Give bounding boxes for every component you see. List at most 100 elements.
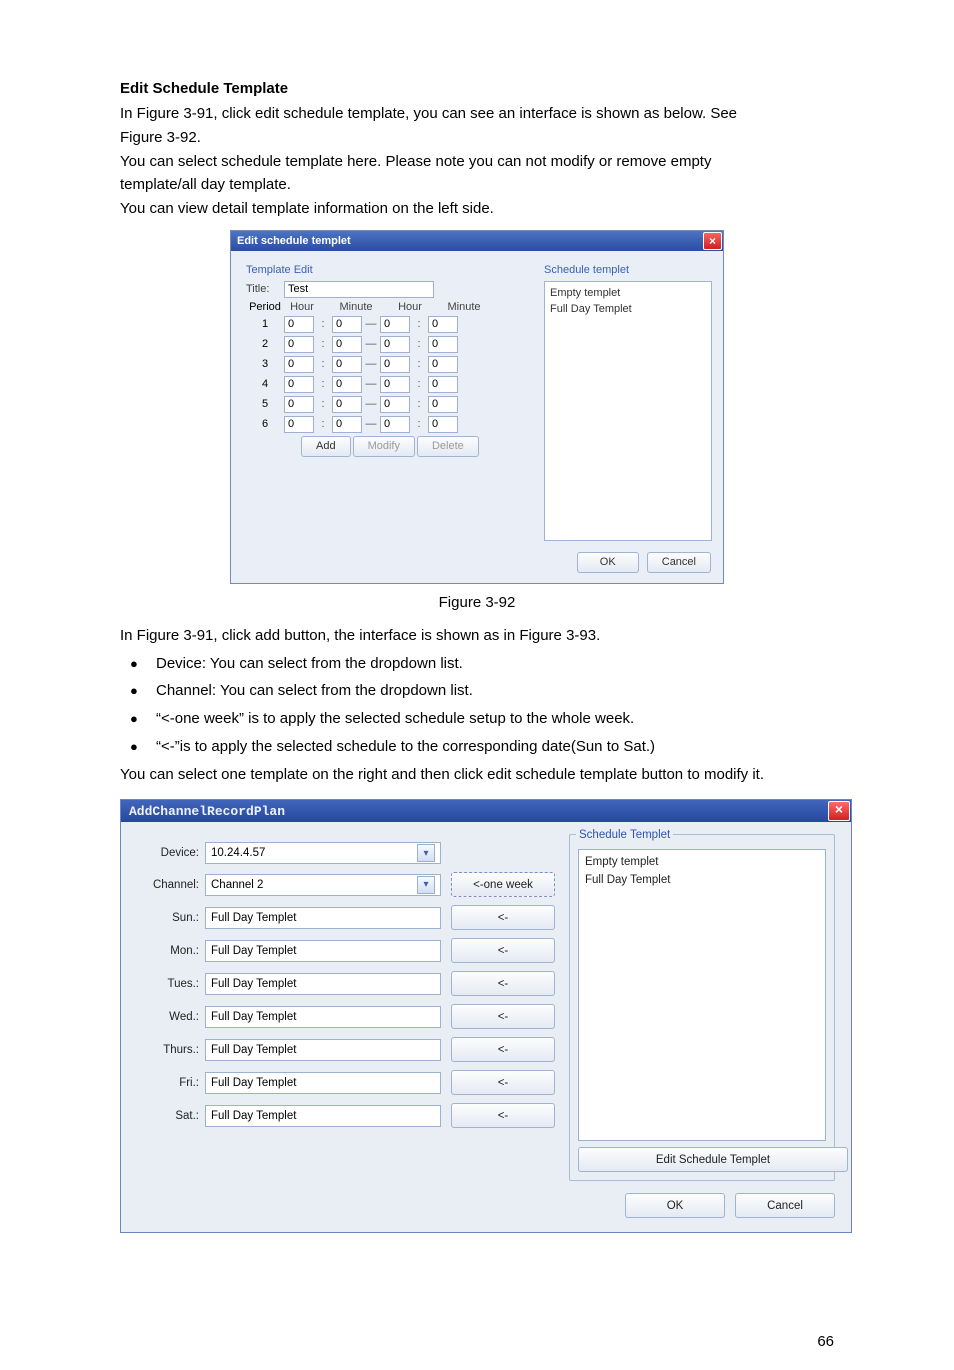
period-row: 2 : — : xyxy=(246,336,525,353)
period-minute-start[interactable] xyxy=(332,416,362,433)
mon-template-field[interactable] xyxy=(205,940,441,962)
period-row: 3 : — : xyxy=(246,356,525,373)
titlebar[interactable]: AddChannelRecordPlan × xyxy=(121,800,851,822)
label-mon: Mon.: xyxy=(137,945,205,957)
sun-template-field[interactable] xyxy=(205,907,441,929)
bullet-text: “<-”is to apply the selected schedule to… xyxy=(156,736,655,758)
list-item[interactable]: Empty templet xyxy=(550,285,706,302)
schedule-templet-listbox[interactable]: Empty templet Full Day Templet xyxy=(578,849,826,1141)
period-row: 6 : — : xyxy=(246,416,525,433)
label-channel: Channel: xyxy=(137,879,205,891)
title-input[interactable] xyxy=(284,281,434,298)
dash: — xyxy=(362,338,380,350)
apply-thu-button[interactable]: <- xyxy=(451,1037,555,1062)
period-hour-start[interactable] xyxy=(284,376,314,393)
cancel-button[interactable]: Cancel xyxy=(735,1193,835,1218)
period-minute-end[interactable] xyxy=(428,336,458,353)
bullet-text: Device: You can select from the dropdown… xyxy=(156,653,463,675)
colon: : xyxy=(314,398,332,410)
ok-button[interactable]: OK xyxy=(625,1193,725,1218)
delete-button[interactable]: Delete xyxy=(417,436,479,457)
cancel-button[interactable]: Cancel xyxy=(647,552,711,573)
dialog-edit-schedule-templet: Edit schedule templet × Template Edit Ti… xyxy=(230,230,724,584)
apply-sun-button[interactable]: <- xyxy=(451,905,555,930)
close-button[interactable]: × xyxy=(703,232,722,250)
period-row: 4 : — : xyxy=(246,376,525,393)
label-sun: Sun.: xyxy=(137,912,205,924)
period-minute-start[interactable] xyxy=(332,356,362,373)
sat-template-field[interactable] xyxy=(205,1105,441,1127)
colon: : xyxy=(314,338,332,350)
dash: — xyxy=(362,418,380,430)
channel-select-value: Channel 2 xyxy=(211,879,263,891)
colon: : xyxy=(410,418,428,430)
col-minute-start: Minute xyxy=(338,301,374,313)
period-minute-end[interactable] xyxy=(428,316,458,333)
period-hour-end[interactable] xyxy=(380,416,410,433)
device-select[interactable]: 10.24.4.57 ▾ xyxy=(205,842,441,864)
period-minute-end[interactable] xyxy=(428,376,458,393)
titlebar[interactable]: Edit schedule templet × xyxy=(231,231,723,251)
colon: : xyxy=(410,378,428,390)
list-item[interactable]: Full Day Templet xyxy=(550,301,706,318)
thu-template-field[interactable] xyxy=(205,1039,441,1061)
period-hour-end[interactable] xyxy=(380,396,410,413)
channel-select[interactable]: Channel 2 ▾ xyxy=(205,874,441,896)
period-minute-start[interactable] xyxy=(332,336,362,353)
period-minute-end[interactable] xyxy=(428,416,458,433)
paragraph: In Figure 3-91, click add button, the in… xyxy=(120,625,834,647)
paragraph: In Figure 3-91, click edit schedule temp… xyxy=(120,103,834,125)
apply-mon-button[interactable]: <- xyxy=(451,938,555,963)
list-item[interactable]: Full Day Templet xyxy=(585,872,819,889)
period-hour-end[interactable] xyxy=(380,336,410,353)
period-minute-start[interactable] xyxy=(332,316,362,333)
schedule-templet-listbox[interactable]: Empty templet Full Day Templet xyxy=(544,281,712,541)
edit-schedule-templet-button[interactable]: Edit Schedule Templet xyxy=(578,1147,848,1172)
bullet-icon: ● xyxy=(130,656,156,671)
period-index: 5 xyxy=(246,398,284,410)
period-hour-start[interactable] xyxy=(284,396,314,413)
modify-button[interactable]: Modify xyxy=(353,436,415,457)
apply-wed-button[interactable]: <- xyxy=(451,1004,555,1029)
period-hour-end[interactable] xyxy=(380,356,410,373)
apply-sat-button[interactable]: <- xyxy=(451,1103,555,1128)
paragraph: template/all day template. xyxy=(120,174,834,196)
close-icon: × xyxy=(835,803,843,819)
period-hour-start[interactable] xyxy=(284,356,314,373)
period-minute-end[interactable] xyxy=(428,356,458,373)
heading-edit-schedule-template: Edit Schedule Template xyxy=(120,80,834,97)
period-hour-start[interactable] xyxy=(284,336,314,353)
period-index: 3 xyxy=(246,358,284,370)
col-hour-end: Hour xyxy=(392,301,428,313)
figure-caption: Figure 3-92 xyxy=(120,594,834,611)
period-row: 5 : — : xyxy=(246,396,525,413)
page-number: 66 xyxy=(0,1283,954,1370)
add-button[interactable]: Add xyxy=(301,436,351,457)
period-hour-end[interactable] xyxy=(380,376,410,393)
label-fri: Fri.: xyxy=(137,1077,205,1089)
dash: — xyxy=(362,318,380,330)
bullet-text: Channel: You can select from the dropdow… xyxy=(156,680,473,702)
close-button[interactable]: × xyxy=(828,801,850,821)
period-hour-start[interactable] xyxy=(284,416,314,433)
colon: : xyxy=(410,358,428,370)
col-hour-start: Hour xyxy=(284,301,320,313)
ok-button[interactable]: OK xyxy=(577,552,639,573)
period-hour-end[interactable] xyxy=(380,316,410,333)
fieldset-title-template-edit: Template Edit xyxy=(246,264,525,276)
list-item[interactable]: Empty templet xyxy=(585,854,819,871)
period-minute-end[interactable] xyxy=(428,396,458,413)
fieldset-title-schedule-templet: Schedule templet xyxy=(544,264,712,276)
tue-template-field[interactable] xyxy=(205,973,441,995)
wed-template-field[interactable] xyxy=(205,1006,441,1028)
bullet-list: ● Device: You can select from the dropdo… xyxy=(130,651,834,760)
colon: : xyxy=(314,418,332,430)
period-minute-start[interactable] xyxy=(332,396,362,413)
apply-fri-button[interactable]: <- xyxy=(451,1070,555,1095)
apply-tue-button[interactable]: <- xyxy=(451,971,555,996)
label-tue: Tues.: xyxy=(137,978,205,990)
apply-one-week-button[interactable]: <-one week xyxy=(451,872,555,897)
fri-template-field[interactable] xyxy=(205,1072,441,1094)
period-minute-start[interactable] xyxy=(332,376,362,393)
period-hour-start[interactable] xyxy=(284,316,314,333)
